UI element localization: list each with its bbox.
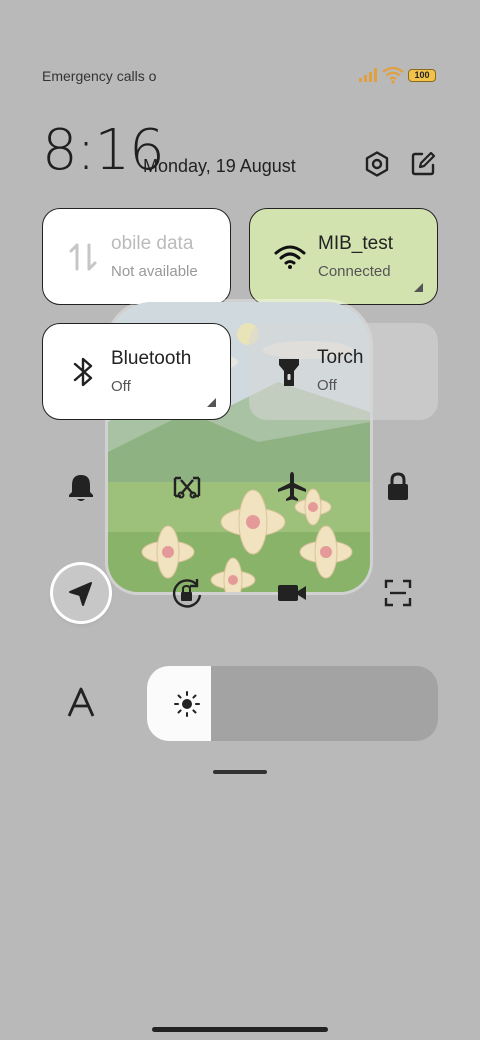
bluetooth-status: Off <box>111 378 131 395</box>
brightness-slider[interactable] <box>147 666 438 741</box>
expand-indicator-icon[interactable] <box>414 283 423 292</box>
carrier-status-text: Emergency calls o <box>42 68 157 84</box>
bluetooth-tile[interactable]: Bluetooth Off <box>42 323 231 420</box>
bluetooth-label: Bluetooth <box>111 348 192 369</box>
wifi-status: Connected <box>318 263 391 280</box>
settings-button[interactable] <box>363 150 391 178</box>
signal-strength-icon <box>358 68 378 82</box>
torch-icon <box>273 353 305 389</box>
wifi-tile[interactable]: MIB_test Connected <box>249 208 438 305</box>
location-button[interactable] <box>53 565 109 621</box>
edit-button[interactable] <box>409 150 437 178</box>
bluetooth-icon <box>67 354 99 390</box>
mobile-data-icon <box>67 239 99 275</box>
torch-status: Off <box>317 377 337 394</box>
torch-label: Torch <box>317 347 364 368</box>
wifi-network-name: MIB_test <box>318 233 393 254</box>
rotation-lock-icon[interactable] <box>167 573 207 613</box>
wifi-status-icon <box>382 66 404 84</box>
edit-icon <box>411 151 436 176</box>
font-icon <box>67 687 95 717</box>
screenshot-icon[interactable] <box>167 467 207 507</box>
settings-icon <box>365 151 389 177</box>
wifi-icon <box>274 239 306 275</box>
font-size-button[interactable] <box>62 684 100 722</box>
mobile-data-label: obile data <box>111 233 194 254</box>
expand-indicator-icon[interactable] <box>207 398 216 407</box>
airplane-icon[interactable] <box>272 467 312 507</box>
torch-tile[interactable]: Torch Off <box>249 323 438 420</box>
lock-icon[interactable] <box>378 467 418 507</box>
location-icon <box>69 582 92 606</box>
battery-icon: 100 <box>408 69 436 82</box>
date-label[interactable]: Monday, 19 August <box>143 156 296 177</box>
battery-level: 100 <box>414 70 430 80</box>
scan-icon[interactable] <box>378 573 418 613</box>
bell-icon[interactable] <box>61 467 101 507</box>
brightness-icon <box>173 690 201 718</box>
mobile-data-status: Not available <box>111 263 198 280</box>
video-icon[interactable] <box>272 573 312 613</box>
mobile-data-tile[interactable]: obile data Not available <box>42 208 231 305</box>
panel-drag-handle[interactable] <box>213 770 267 774</box>
home-indicator[interactable] <box>152 1027 328 1032</box>
